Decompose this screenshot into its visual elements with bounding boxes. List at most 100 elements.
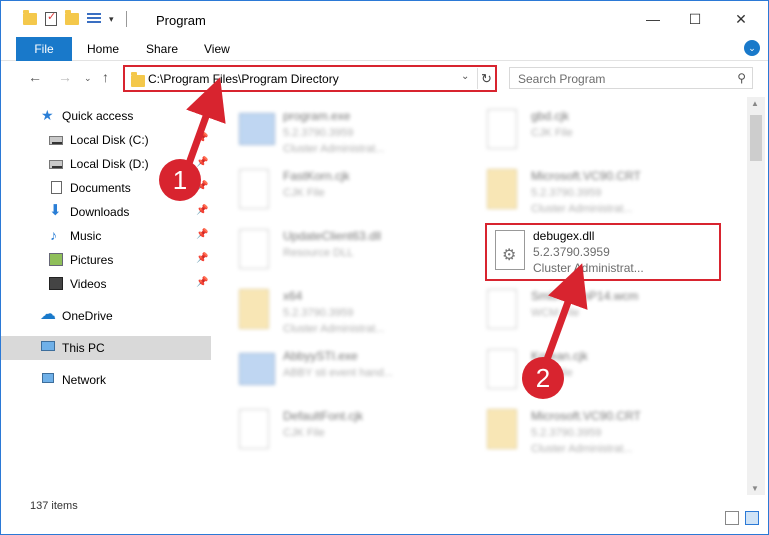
file-detail: Cluster Administrat... <box>531 203 633 215</box>
step-1-badge: 1 <box>159 159 201 201</box>
properties-list-icon[interactable] <box>87 13 101 25</box>
up-arrow-icon[interactable]: ↑ <box>102 69 109 85</box>
exe-file-icon <box>239 109 275 153</box>
pin-icon[interactable]: 📌 <box>196 133 208 144</box>
file-item[interactable]: Microsoft.VC90.CRT 5.2.3790.3959 Cluster… <box>459 161 699 221</box>
sidebar-item-label: Local Disk (C:) <box>70 133 149 147</box>
gear-icon: ⚙ <box>502 247 517 264</box>
file-detail: Cluster Administrat... <box>283 143 385 155</box>
sidebar-item-label: Pictures <box>70 253 114 267</box>
pc-icon <box>41 341 55 351</box>
address-history-chevron-icon[interactable]: ⌄ <box>461 71 469 82</box>
document-file-icon <box>239 169 273 213</box>
file-name: debugex.dll <box>533 229 595 243</box>
file-item[interactable]: FastKorn.cjk CJK File <box>211 161 451 221</box>
pin-icon[interactable]: 📌 <box>196 253 208 264</box>
customize-toolbar-chevron-icon[interactable]: ▾ <box>109 14 114 25</box>
file-name: x64 <box>283 289 303 303</box>
address-path[interactable]: C:\Program Files\Program Directory <box>148 72 339 86</box>
forward-arrow-icon[interactable]: → <box>58 69 72 85</box>
search-input[interactable]: Search Program ⚲ <box>509 67 753 89</box>
properties-check-icon[interactable] <box>45 10 57 26</box>
file-name: UpdateClient63.dll <box>283 229 382 243</box>
new-folder-icon[interactable] <box>65 10 79 25</box>
file-detail: 5.2.3790.3959 <box>531 427 602 439</box>
file-name: SmithScanP14.wcm <box>531 289 639 303</box>
pin-icon[interactable]: 📌 <box>196 277 208 288</box>
downloads-icon: ⬇ <box>49 202 62 219</box>
documents-icon <box>51 181 62 194</box>
sidebar-item-videos[interactable]: Videos 📌 <box>1 272 211 296</box>
file-item[interactable]: AbbyySTI.exe ABBY sti event hand... <box>211 341 451 401</box>
blurred-files: program.exe 5.2.3790.3959 Cluster Admini… <box>211 97 747 495</box>
pin-icon[interactable]: 📌 <box>196 229 208 240</box>
file-detail: Cluster Administrat... <box>531 443 633 455</box>
file-item[interactable]: Microsoft.VC90.CRT 5.2.3790.3959 Cluster… <box>459 401 699 461</box>
file-item[interactable]: x64 5.2.3790.3959 Cluster Administrat... <box>211 281 451 341</box>
file-detail: Resource DLL <box>283 247 354 259</box>
videos-icon <box>49 277 63 290</box>
file-list: program.exe 5.2.3790.3959 Cluster Admini… <box>211 97 747 495</box>
sidebar-item-local-disk-c[interactable]: Local Disk (C:) 📌 <box>1 128 211 152</box>
document-file-icon <box>239 409 273 453</box>
dll-file-icon <box>239 229 273 273</box>
file-item[interactable]: program.exe 5.2.3790.3959 Cluster Admini… <box>211 101 451 161</box>
file-item[interactable]: gbd.cjk CJK File <box>459 101 699 161</box>
close-button[interactable]: ✕ <box>731 9 751 29</box>
sidebar-item-label: Documents <box>70 181 131 195</box>
scroll-down-icon[interactable]: ▼ <box>751 484 759 493</box>
file-item[interactable]: DefaultFont.cjk CJK File <box>211 401 451 461</box>
file-name: Microsoft.VC90.CRT <box>531 409 641 423</box>
scroll-up-icon[interactable]: ▲ <box>751 99 759 108</box>
file-version: 5.2.3790.3959 <box>533 245 610 259</box>
dll-file-icon: ⚙ <box>495 230 525 270</box>
tab-file[interactable]: File <box>16 37 72 61</box>
refresh-icon[interactable]: ↻ <box>477 68 495 89</box>
quick-access-toolbar: ▾ <box>23 10 127 27</box>
maximize-button[interactable]: ☐ <box>685 9 705 29</box>
tab-home[interactable]: Home <box>87 37 119 61</box>
pin-icon[interactable]: 📌 <box>196 157 208 168</box>
file-detail: ABBY sti event hand... <box>283 367 393 379</box>
details-view-icon[interactable] <box>725 511 739 525</box>
pin-icon[interactable]: 📌 <box>196 205 208 216</box>
onedrive-icon: ☁ <box>40 306 56 323</box>
tab-view[interactable]: View <box>204 37 230 61</box>
sidebar-item-label: Quick access <box>62 109 134 123</box>
sidebar-item-network[interactable]: Network <box>1 368 211 392</box>
document-file-icon <box>487 109 521 153</box>
minimize-button[interactable]: — <box>643 9 663 29</box>
navigation-pane: ★ Quick access Local Disk (C:) 📌 Local D… <box>1 97 211 495</box>
sidebar-item-quick-access[interactable]: ★ Quick access <box>1 104 211 128</box>
sidebar-item-music[interactable]: ♪ Music 📌 <box>1 224 211 248</box>
folder-file-icon <box>239 289 273 333</box>
search-icon[interactable]: ⚲ <box>737 71 746 85</box>
sidebar-item-this-pc[interactable]: This PC <box>1 336 211 360</box>
step-2-badge: 2 <box>522 357 564 399</box>
file-detail: CJK File <box>283 187 325 199</box>
sidebar-item-onedrive[interactable]: ☁ OneDrive <box>1 304 211 328</box>
music-icon: ♪ <box>50 227 57 243</box>
item-count: 137 items <box>30 500 78 512</box>
file-item[interactable]: Korean.cjk CJK File <box>459 341 699 401</box>
file-item[interactable]: UpdateClient63.dll Resource DLL <box>211 221 451 281</box>
vertical-scrollbar[interactable]: ▲ ▼ <box>747 97 765 495</box>
sidebar-item-downloads[interactable]: ⬇ Downloads 📌 <box>1 200 211 224</box>
tab-share[interactable]: Share <box>146 37 178 61</box>
document-file-icon <box>487 349 521 393</box>
pictures-icon <box>49 253 63 266</box>
title-bar: ▾ Program — ☐ ✕ <box>1 1 768 37</box>
sidebar-item-pictures[interactable]: Pictures 📌 <box>1 248 211 272</box>
address-bar[interactable]: C:\Program Files\Program Directory ⌄ ↻ <box>123 65 497 92</box>
file-name: DefaultFont.cjk <box>283 409 364 423</box>
tiles-view-icon[interactable] <box>745 511 759 525</box>
back-arrow-icon[interactable]: ← <box>28 69 42 85</box>
sidebar-item-label: Videos <box>70 277 107 291</box>
file-detail: Cluster Administrat... <box>283 323 385 335</box>
file-item[interactable]: SmithScanP14.wcm WCM File <box>459 281 699 341</box>
scroll-thumb[interactable] <box>750 115 762 161</box>
recent-locations-chevron-icon[interactable]: ⌄ <box>84 73 92 84</box>
status-bar: 137 items <box>1 495 768 534</box>
highlighted-file-item[interactable]: ⚙ debugex.dll 5.2.3790.3959 Cluster Admi… <box>485 223 721 281</box>
chevron-down-icon[interactable]: ⌄ <box>744 40 760 56</box>
